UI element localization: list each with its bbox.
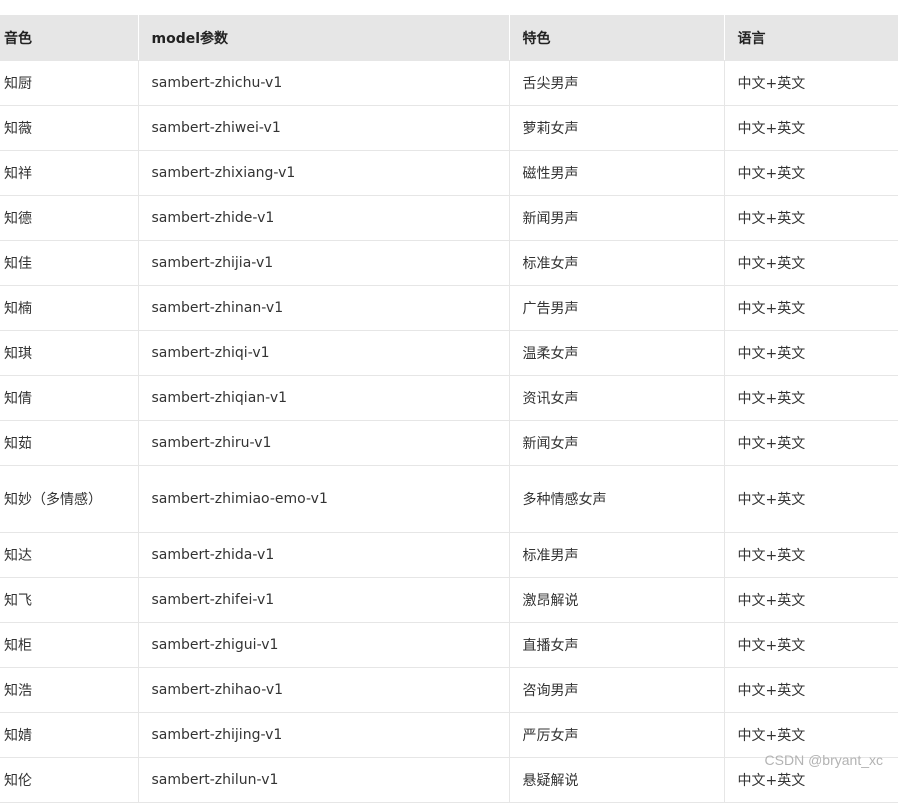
table-row: 知婧 sambert-zhijing-v1 严厉女声 中文+英文 [0, 712, 898, 758]
table-row: 知飞 sambert-zhifei-v1 激昂解说 中文+英文 [0, 577, 898, 623]
cell-voice: 知柜 [0, 622, 139, 668]
cell-feature: 广告男声 [509, 285, 725, 331]
cell-model: sambert-zhichu-v1 [138, 60, 510, 106]
cell-language: 中文+英文 [724, 712, 898, 758]
cell-model: sambert-zhifei-v1 [138, 577, 510, 623]
cell-feature: 直播女声 [509, 622, 725, 668]
cell-feature: 激昂解说 [509, 577, 725, 623]
cell-voice: 知达 [0, 532, 139, 578]
cell-voice: 知楠 [0, 285, 139, 331]
cell-voice: 知琪 [0, 330, 139, 376]
table-row: 知达 sambert-zhida-v1 标准男声 中文+英文 [0, 532, 898, 578]
cell-voice: 知厨 [0, 60, 139, 106]
cell-model: sambert-zhiqian-v1 [138, 375, 510, 421]
cell-language: 中文+英文 [724, 105, 898, 151]
cell-voice: 知佳 [0, 240, 139, 286]
cell-feature: 资讯女声 [509, 375, 725, 421]
table-row: 知柜 sambert-zhigui-v1 直播女声 中文+英文 [0, 622, 898, 668]
cell-model: sambert-zhihao-v1 [138, 667, 510, 713]
header-model-param: model参数 [138, 15, 510, 61]
table-row: 知薇 sambert-zhiwei-v1 萝莉女声 中文+英文 [0, 105, 898, 151]
cell-model: sambert-zhixiang-v1 [138, 150, 510, 196]
cell-feature: 悬疑解说 [509, 757, 725, 803]
header-feature: 特色 [509, 15, 725, 61]
cell-voice: 知倩 [0, 375, 139, 421]
table-row: 知妙（多情感） sambert-zhimiao-emo-v1 多种情感女声 中文… [0, 465, 898, 533]
cell-model: sambert-zhilun-v1 [138, 757, 510, 803]
cell-voice: 知妙（多情感） [0, 465, 139, 533]
header-language: 语言 [724, 15, 898, 61]
header-voice: 音色 [0, 15, 139, 61]
cell-feature: 磁性男声 [509, 150, 725, 196]
cell-model: sambert-zhida-v1 [138, 532, 510, 578]
cell-language: 中文+英文 [724, 577, 898, 623]
cell-language: 中文+英文 [724, 150, 898, 196]
cell-language: 中文+英文 [724, 622, 898, 668]
cell-language: 中文+英文 [724, 420, 898, 466]
cell-language: 中文+英文 [724, 240, 898, 286]
cell-model: sambert-zhiwei-v1 [138, 105, 510, 151]
cell-language: 中文+英文 [724, 375, 898, 421]
cell-language: 中文+英文 [724, 285, 898, 331]
cell-model: sambert-zhigui-v1 [138, 622, 510, 668]
cell-voice: 知薇 [0, 105, 139, 151]
cell-voice: 知德 [0, 195, 139, 241]
table-row: 知佳 sambert-zhijia-v1 标准女声 中文+英文 [0, 240, 898, 286]
cell-feature: 舌尖男声 [509, 60, 725, 106]
cell-voice: 知祥 [0, 150, 139, 196]
table-row: 知茹 sambert-zhiru-v1 新闻女声 中文+英文 [0, 420, 898, 466]
cell-voice: 知伦 [0, 757, 139, 803]
cell-voice: 知飞 [0, 577, 139, 623]
table-row: 知楠 sambert-zhinan-v1 广告男声 中文+英文 [0, 285, 898, 331]
table-row: 知厨 sambert-zhichu-v1 舌尖男声 中文+英文 [0, 60, 898, 106]
cell-model: sambert-zhijing-v1 [138, 712, 510, 758]
table-row: 知伦 sambert-zhilun-v1 悬疑解说 中文+英文 [0, 757, 898, 803]
cell-model: sambert-zhiru-v1 [138, 420, 510, 466]
cell-model: sambert-zhijia-v1 [138, 240, 510, 286]
table-header-row: 音色 model参数 特色 语言 [0, 15, 898, 61]
cell-model: sambert-zhinan-v1 [138, 285, 510, 331]
cell-feature: 多种情感女声 [509, 465, 725, 533]
cell-feature: 标准女声 [509, 240, 725, 286]
table-row: 知祥 sambert-zhixiang-v1 磁性男声 中文+英文 [0, 150, 898, 196]
csdn-watermark: CSDN @bryant_xc [764, 752, 883, 768]
voice-model-table-container: 音色 model参数 特色 语言 知厨 sambert-zhichu-v1 舌尖… [0, 15, 898, 803]
cell-feature: 严厉女声 [509, 712, 725, 758]
cell-model: sambert-zhide-v1 [138, 195, 510, 241]
cell-model: sambert-zhimiao-emo-v1 [138, 465, 510, 533]
cell-language: 中文+英文 [724, 60, 898, 106]
table-row: 知倩 sambert-zhiqian-v1 资讯女声 中文+英文 [0, 375, 898, 421]
cell-language: 中文+英文 [724, 195, 898, 241]
cell-model: sambert-zhiqi-v1 [138, 330, 510, 376]
cell-feature: 萝莉女声 [509, 105, 725, 151]
cell-language: 中文+英文 [724, 330, 898, 376]
cell-feature: 标准男声 [509, 532, 725, 578]
table-row: 知琪 sambert-zhiqi-v1 温柔女声 中文+英文 [0, 330, 898, 376]
cell-voice: 知茹 [0, 420, 139, 466]
cell-language: 中文+英文 [724, 667, 898, 713]
cell-voice: 知浩 [0, 667, 139, 713]
cell-feature: 新闻男声 [509, 195, 725, 241]
table-row: 知德 sambert-zhide-v1 新闻男声 中文+英文 [0, 195, 898, 241]
cell-language: 中文+英文 [724, 465, 898, 533]
voice-model-table: 音色 model参数 特色 语言 知厨 sambert-zhichu-v1 舌尖… [0, 15, 898, 803]
cell-feature: 新闻女声 [509, 420, 725, 466]
cell-voice: 知婧 [0, 712, 139, 758]
cell-feature: 温柔女声 [509, 330, 725, 376]
cell-feature: 咨询男声 [509, 667, 725, 713]
table-row: 知浩 sambert-zhihao-v1 咨询男声 中文+英文 [0, 667, 898, 713]
cell-language: 中文+英文 [724, 532, 898, 578]
